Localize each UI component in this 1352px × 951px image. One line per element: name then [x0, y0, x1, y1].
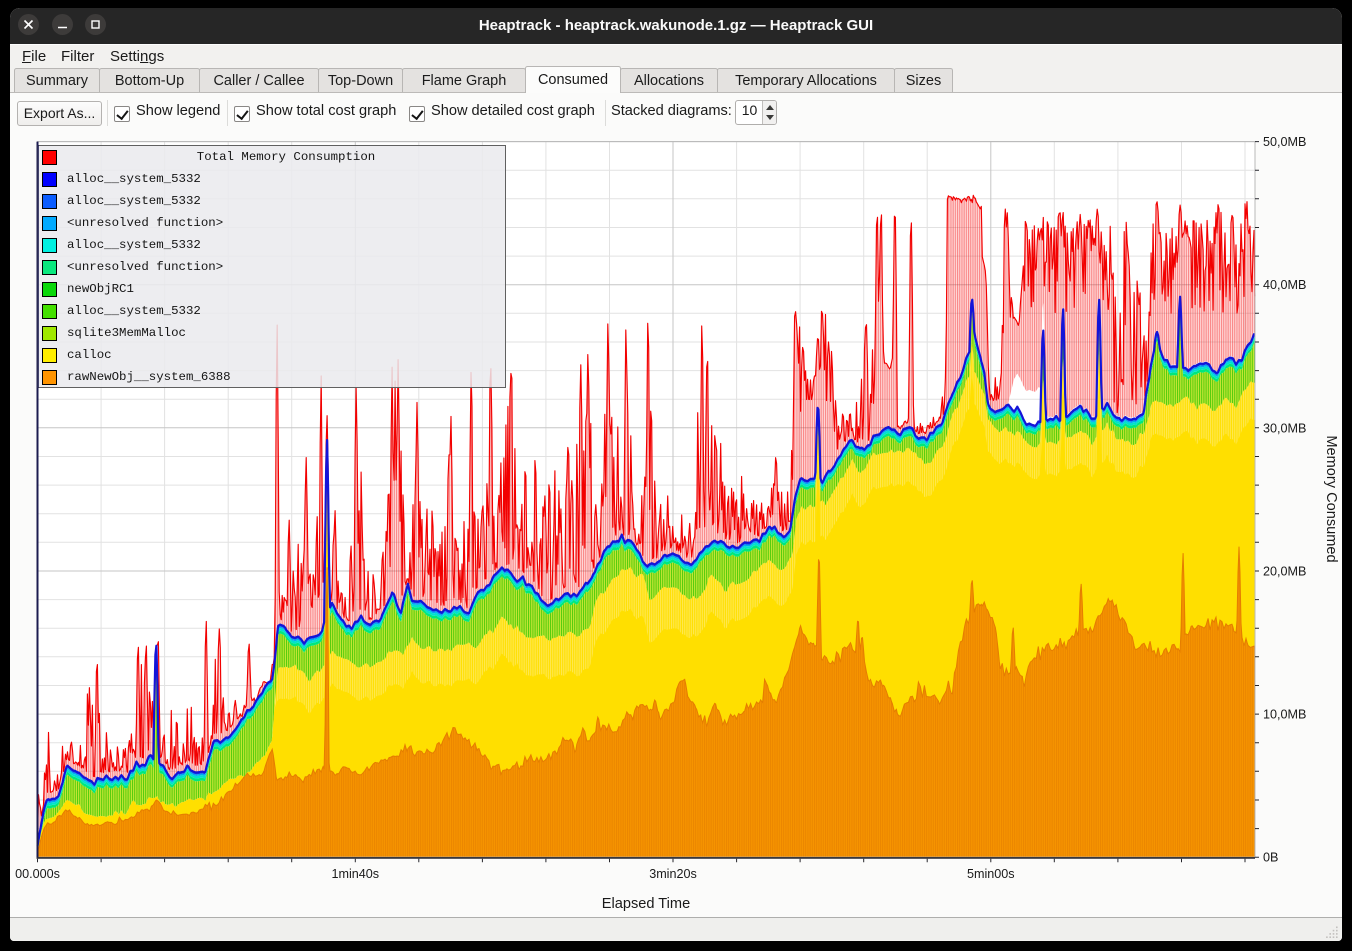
svg-text:00.000s: 00.000s [15, 867, 60, 881]
svg-text:40,0MB: 40,0MB [1263, 278, 1306, 292]
svg-text:Memory Consumed: Memory Consumed [1323, 435, 1339, 562]
svg-text:10,0MB: 10,0MB [1263, 708, 1306, 722]
svg-text:5min00s: 5min00s [967, 867, 1015, 881]
svg-text:Elapsed Time: Elapsed Time [602, 896, 690, 912]
svg-text:3min20s: 3min20s [649, 867, 697, 881]
svg-text:30,0MB: 30,0MB [1263, 421, 1306, 435]
svg-text:50,0MB: 50,0MB [1263, 135, 1306, 149]
svg-text:0B: 0B [1263, 851, 1278, 865]
svg-text:20,0MB: 20,0MB [1263, 565, 1306, 579]
svg-text:1min40s: 1min40s [331, 867, 379, 881]
